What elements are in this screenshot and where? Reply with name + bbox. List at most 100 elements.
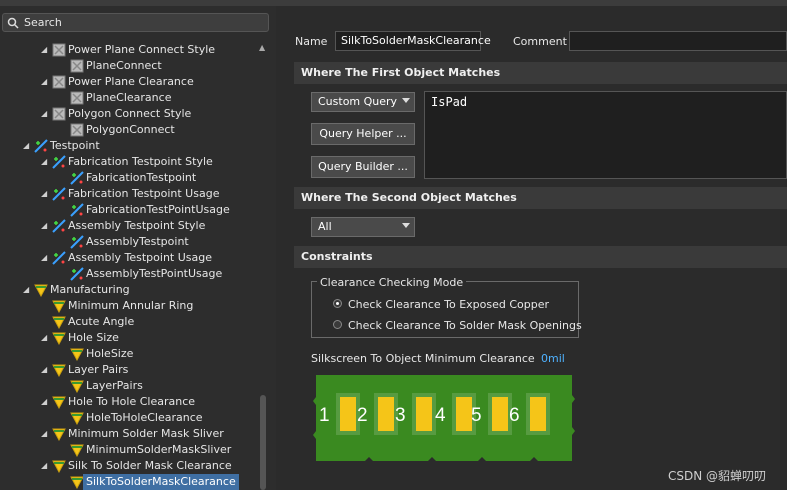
tree-item-label: Fabrication Testpoint Usage bbox=[68, 187, 220, 200]
testpoint-rule-icon bbox=[70, 171, 84, 185]
pad bbox=[416, 397, 432, 431]
expand-arrow-icon[interactable]: ◢ bbox=[41, 154, 49, 170]
testpoint-rule-icon bbox=[70, 235, 84, 249]
tree-item[interactable]: Minimum Annular Ring bbox=[0, 298, 256, 314]
query-builder-button[interactable]: Query Builder ... bbox=[311, 156, 415, 178]
manufacturing-icon bbox=[52, 332, 66, 345]
pad-label: 6 bbox=[509, 405, 520, 426]
second-object-header: Where The Second Object Matches bbox=[294, 187, 787, 209]
expand-arrow-icon[interactable]: ◢ bbox=[41, 458, 49, 474]
first-object-scope-dropdown[interactable]: Custom Query bbox=[311, 92, 415, 112]
tree-item[interactable]: PlaneClearance bbox=[0, 90, 256, 106]
expand-arrow-icon[interactable]: ◢ bbox=[23, 282, 31, 298]
tree-item[interactable]: ◢ Power Plane Clearance bbox=[0, 74, 256, 90]
manufacturing-icon bbox=[34, 284, 48, 297]
manufacturing-rule-icon bbox=[70, 476, 84, 489]
expand-arrow-icon[interactable]: ◢ bbox=[41, 218, 49, 234]
tree-item-label: Hole Size bbox=[68, 331, 119, 344]
manufacturing-rule-icon bbox=[70, 348, 84, 361]
manufacturing-icon bbox=[52, 428, 66, 441]
tree-item-label: PolygonConnect bbox=[86, 123, 175, 136]
radio-mask-openings[interactable] bbox=[333, 320, 342, 329]
testpoint-icon bbox=[52, 251, 66, 265]
manufacturing-rule-icon bbox=[70, 444, 84, 457]
tree-item-label: Testpoint bbox=[50, 139, 100, 152]
query-helper-button[interactable]: Query Helper ... bbox=[311, 123, 415, 145]
expand-arrow-icon[interactable]: ◢ bbox=[23, 138, 31, 154]
tree-item-label: Polygon Connect Style bbox=[68, 107, 192, 120]
chevron-down-icon bbox=[402, 98, 410, 103]
tree-item[interactable]: ◢ Testpoint bbox=[0, 138, 256, 154]
tree-item-label: HoleSize bbox=[86, 347, 134, 360]
first-object-header: Where The First Object Matches bbox=[294, 62, 787, 84]
tree-item-label: AssemblyTestPointUsage bbox=[86, 267, 223, 280]
tree-item-label: Minimum Solder Mask Sliver bbox=[68, 427, 224, 440]
tree-item[interactable]: PolygonConnect bbox=[0, 122, 256, 138]
tree-item-label: FabricationTestPointUsage bbox=[86, 203, 230, 216]
expand-arrow-icon[interactable]: ◢ bbox=[41, 186, 49, 202]
tree-item-label: Fabrication Testpoint Style bbox=[68, 155, 213, 168]
name-field[interactable]: SilkToSolderMaskClearance bbox=[335, 31, 491, 51]
tree-item[interactable]: ◢ Layer Pairs bbox=[0, 362, 256, 378]
pad bbox=[530, 397, 546, 431]
second-object-scope-dropdown[interactable]: All bbox=[311, 217, 415, 237]
tree-item[interactable]: ◢ Hole Size bbox=[0, 330, 256, 346]
expand-arrow-icon[interactable]: ◢ bbox=[41, 362, 49, 378]
tree-item[interactable]: ◢ Assembly Testpoint Usage bbox=[0, 250, 256, 266]
tree-scrollbar[interactable]: ▲ bbox=[257, 41, 269, 490]
tree-item[interactable]: AssemblyTestPointUsage bbox=[0, 266, 256, 282]
constraints-header: Constraints bbox=[294, 246, 787, 268]
tree-item-label: FabricationTestpoint bbox=[86, 171, 197, 184]
search-box[interactable]: Search bbox=[2, 13, 269, 32]
rules-tree: ◢ Power Plane Connect Style PlaneConnect ◢ P… bbox=[0, 41, 256, 490]
rule-editor-panel: Name SilkToSolderMaskClearance Comment W… bbox=[279, 12, 787, 490]
tree-item[interactable]: ◢ Power Plane Connect Style bbox=[0, 42, 256, 58]
testpoint-icon bbox=[52, 187, 66, 201]
expand-arrow-icon[interactable]: ◢ bbox=[41, 74, 49, 90]
expand-arrow-icon[interactable]: ◢ bbox=[41, 330, 49, 346]
tree-item[interactable]: HoleSize bbox=[0, 346, 256, 362]
tree-item[interactable]: FabricationTestPointUsage bbox=[0, 202, 256, 218]
comment-field[interactable] bbox=[569, 31, 787, 51]
manufacturing-icon bbox=[52, 460, 66, 473]
silk-clearance-value[interactable]: 0mil bbox=[541, 352, 565, 365]
tree-item[interactable]: HoleToHoleClearance bbox=[0, 410, 256, 426]
tree-item[interactable]: ◢ Polygon Connect Style bbox=[0, 106, 256, 122]
tree-item[interactable]: FabricationTestpoint bbox=[0, 170, 256, 186]
tree-item[interactable]: ◢ Assembly Testpoint Style bbox=[0, 218, 256, 234]
radio-exposed-copper[interactable] bbox=[333, 299, 342, 308]
expand-arrow-icon[interactable]: ◢ bbox=[41, 394, 49, 410]
rule-icon bbox=[70, 59, 84, 73]
tree-item[interactable]: LayerPairs bbox=[0, 378, 256, 394]
rule-category-icon bbox=[52, 107, 66, 121]
tree-item-label: HoleToHoleClearance bbox=[86, 411, 203, 424]
scrollbar-thumb[interactable] bbox=[260, 395, 266, 490]
tree-item[interactable]: ◢ Fabrication Testpoint Usage bbox=[0, 186, 256, 202]
tree-item-label: PlaneConnect bbox=[86, 59, 162, 72]
tree-item[interactable]: SilkToSolderMaskClearance bbox=[0, 474, 256, 490]
rule-icon bbox=[70, 123, 84, 137]
tree-item-label: Power Plane Connect Style bbox=[68, 43, 216, 56]
manufacturing-rule-icon bbox=[70, 412, 84, 425]
tree-item[interactable]: MinimumSolderMaskSliver bbox=[0, 442, 256, 458]
expand-arrow-icon[interactable]: ◢ bbox=[41, 250, 49, 266]
tree-item[interactable]: ◢ Hole To Hole Clearance bbox=[0, 394, 256, 410]
manufacturing-rule-icon bbox=[70, 380, 84, 393]
rule-category-icon bbox=[52, 75, 66, 89]
rules-tree-panel: Search ◢ Power Plane Connect Style PlaneCo… bbox=[0, 6, 276, 490]
tree-item[interactable]: AssemblyTestpoint bbox=[0, 234, 256, 250]
tree-item[interactable]: ◢ Minimum Solder Mask Sliver bbox=[0, 426, 256, 442]
tree-item[interactable]: ◢ Silk To Solder Mask Clearance bbox=[0, 458, 256, 474]
tree-item[interactable]: ◢ Fabrication Testpoint Style bbox=[0, 154, 256, 170]
expand-arrow-icon[interactable]: ◢ bbox=[41, 106, 49, 122]
tree-item-label: Power Plane Clearance bbox=[68, 75, 194, 88]
pad-label: 3 bbox=[395, 405, 406, 426]
tree-item[interactable]: PlaneConnect bbox=[0, 58, 256, 74]
scroll-up-icon[interactable]: ▲ bbox=[259, 43, 265, 52]
tree-item[interactable]: ◢ Manufacturing bbox=[0, 282, 256, 298]
expand-arrow-icon[interactable]: ◢ bbox=[41, 426, 49, 442]
expand-arrow-icon[interactable]: ◢ bbox=[41, 42, 49, 58]
tree-item-label: SilkToSolderMaskClearance bbox=[83, 474, 239, 490]
query-editor[interactable]: IsPad bbox=[424, 91, 787, 179]
tree-item[interactable]: Acute Angle bbox=[0, 314, 256, 330]
